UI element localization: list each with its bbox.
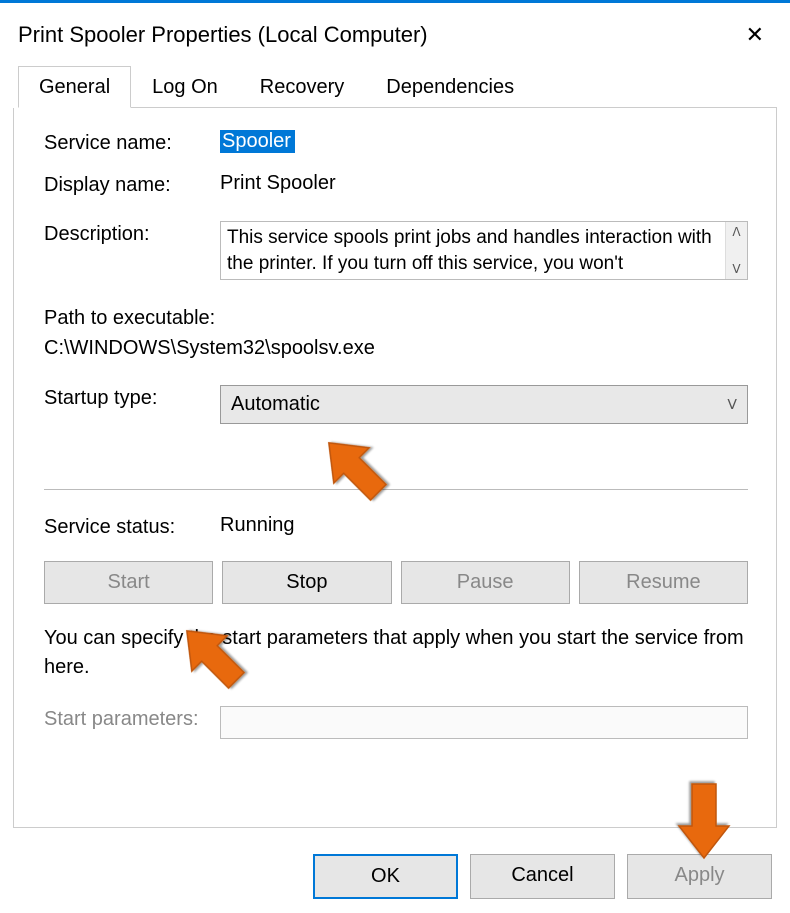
ok-button[interactable]: OK (313, 854, 458, 899)
path-block: Path to executable: C:\WINDOWS\System32\… (44, 303, 748, 363)
label-description: Description: (44, 221, 220, 246)
help-text: You can specify the start parameters tha… (44, 624, 748, 682)
startup-type-select[interactable]: Automatic ᐯ (220, 385, 748, 424)
label-service-name: Service name: (44, 130, 220, 155)
label-path: Path to executable: (44, 303, 748, 333)
scroll-up-icon[interactable]: ᐱ (726, 222, 747, 242)
window-title: Print Spooler Properties (Local Computer… (18, 22, 428, 48)
value-service-status: Running (220, 514, 748, 537)
stop-button[interactable]: Stop (222, 561, 391, 604)
title-bar: Print Spooler Properties (Local Computer… (0, 3, 790, 66)
label-startup-type: Startup type: (44, 385, 220, 410)
close-icon[interactable]: ✕ (738, 22, 772, 48)
cancel-button[interactable]: Cancel (470, 854, 615, 899)
scroll-down-icon[interactable]: ᐯ (726, 259, 747, 279)
selected-text[interactable]: Spooler (220, 130, 295, 153)
description-scrollbar[interactable]: ᐱ ᐯ (725, 222, 747, 279)
dialog-footer: OK Cancel Apply (0, 840, 790, 913)
select-value: Automatic (231, 393, 320, 416)
tab-panel-general: Service name: Spooler Display name: Prin… (13, 108, 777, 828)
apply-button: Apply (627, 854, 772, 899)
label-display-name: Display name: (44, 172, 220, 197)
value-description: This service spools print jobs and handl… (227, 225, 721, 276)
divider (44, 489, 748, 490)
start-button: Start (44, 561, 213, 604)
chevron-down-icon: ᐯ (727, 396, 737, 413)
service-button-row: Start Stop Pause Resume (44, 561, 748, 604)
value-display-name: Print Spooler (220, 172, 748, 195)
pause-button: Pause (401, 561, 570, 604)
tab-dependencies[interactable]: Dependencies (365, 66, 535, 107)
label-service-status: Service status: (44, 514, 220, 539)
label-start-params: Start parameters: (44, 706, 220, 731)
start-params-input (220, 706, 748, 739)
description-box: This service spools print jobs and handl… (220, 221, 748, 280)
resume-button: Resume (579, 561, 748, 604)
value-service-name: Spooler (220, 130, 748, 153)
tab-strip: General Log On Recovery Dependencies (18, 66, 777, 108)
tab-logon[interactable]: Log On (131, 66, 239, 107)
tab-container: General Log On Recovery Dependencies Ser… (13, 66, 777, 828)
value-path: C:\WINDOWS\System32\spoolsv.exe (44, 333, 748, 363)
tab-general[interactable]: General (18, 66, 131, 108)
tab-recovery[interactable]: Recovery (239, 66, 365, 107)
